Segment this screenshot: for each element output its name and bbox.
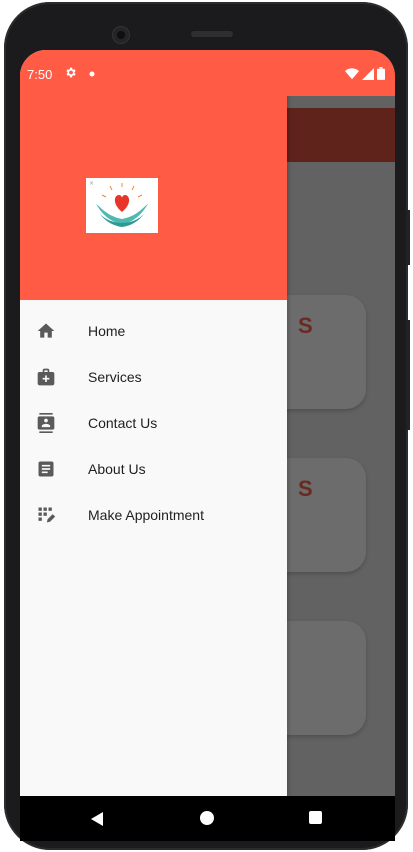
drawer-item-home[interactable]: Home [20,308,287,354]
drawer-item-label: Home [88,323,126,339]
medical-kit-icon [36,367,56,387]
system-navigation-bar [20,796,395,841]
device-screen: S S 7:50 × Home Services Contact Us Abou… [20,50,395,796]
drawer-item-contact-us[interactable]: Contact Us [20,400,287,446]
status-time: 7:50 [27,67,53,82]
drawer-item-label: Make Appointment [88,507,204,523]
home-icon [36,321,56,341]
drawer-item-about-us[interactable]: About Us [20,446,287,492]
drawer-item-label: Services [88,369,142,385]
grid-pen-icon [36,505,56,525]
earpiece-speaker [191,31,233,37]
power-button [406,210,410,265]
drawer-item-services[interactable]: Services [20,354,287,400]
background-card-text: S [298,476,313,501]
recent-apps-icon[interactable] [309,811,322,824]
navigation-drawer: × Home Services Contact Us About Us Make… [20,50,287,796]
wifi-icon [345,67,359,85]
cell-signal-icon [362,67,374,85]
app-logo: × [86,178,158,233]
back-icon[interactable] [90,811,104,832]
status-bar: 7:50 [20,50,395,96]
notification-dot-icon [89,66,95,80]
contact-card-icon [36,413,56,433]
home-circle-icon[interactable] [200,811,214,825]
drawer-item-label: Contact Us [88,415,158,431]
front-camera [112,26,130,44]
drawer-menu: Home Services Contact Us About Us Make A… [20,308,287,538]
background-card-text: S [298,313,313,338]
gear-icon [64,66,77,82]
drawer-item-label: About Us [88,461,146,477]
volume-button [406,320,410,430]
battery-icon [377,67,385,85]
document-icon [36,459,56,479]
drawer-item-make-appointment[interactable]: Make Appointment [20,492,287,538]
logo-mark: × [89,180,94,187]
